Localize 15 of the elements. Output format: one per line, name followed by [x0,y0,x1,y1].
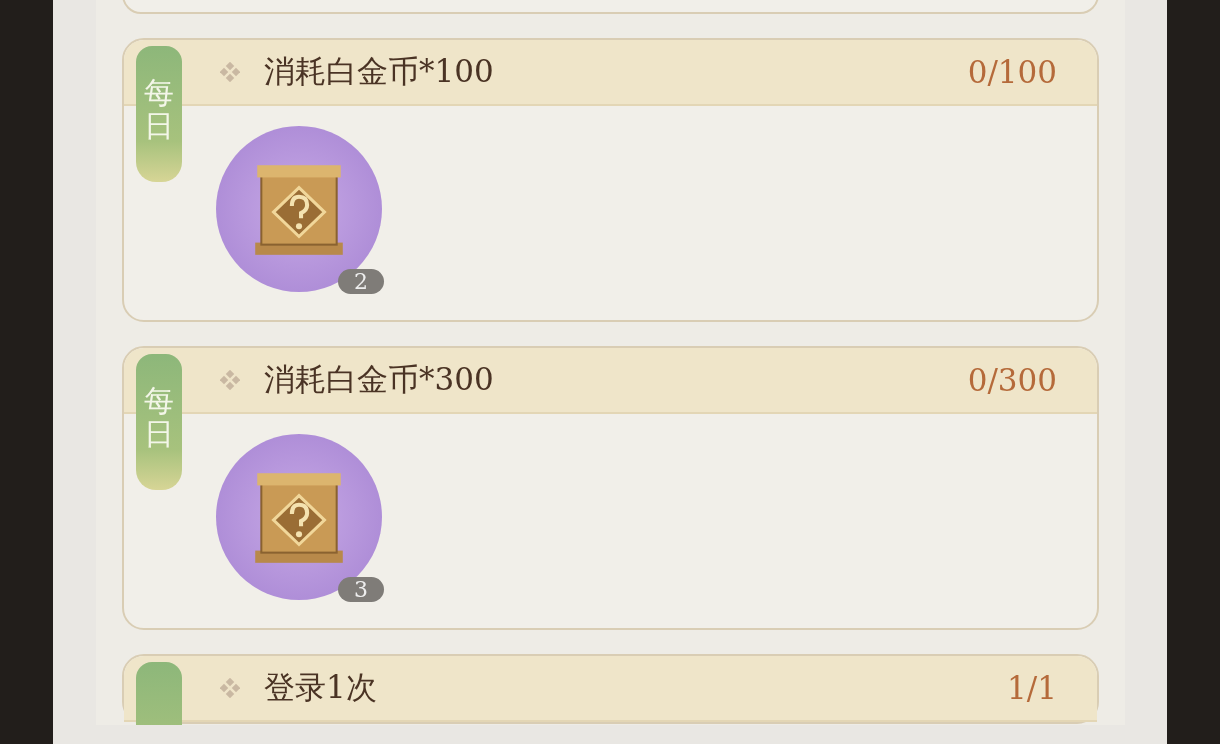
task-counter: 1/1 [1007,670,1057,706]
reward-item[interactable]: 2 [216,126,382,292]
diamond-icon [220,678,240,698]
task-title: 登录1次 [264,668,377,707]
tag-label: 每日 [144,384,174,453]
diamond-icon [220,62,240,82]
tag-label: 每日 [144,76,174,145]
item-count: 2 [338,269,384,294]
item-count: 3 [338,577,384,602]
task-title: 消耗白金币*300 [264,360,494,399]
task-counter: 0/300 [967,362,1057,398]
task-title: 消耗白金币*100 [264,52,494,91]
reward-item[interactable]: 3 [216,434,382,600]
task-counter: 0/100 [967,54,1057,90]
diamond-icon [220,370,240,390]
